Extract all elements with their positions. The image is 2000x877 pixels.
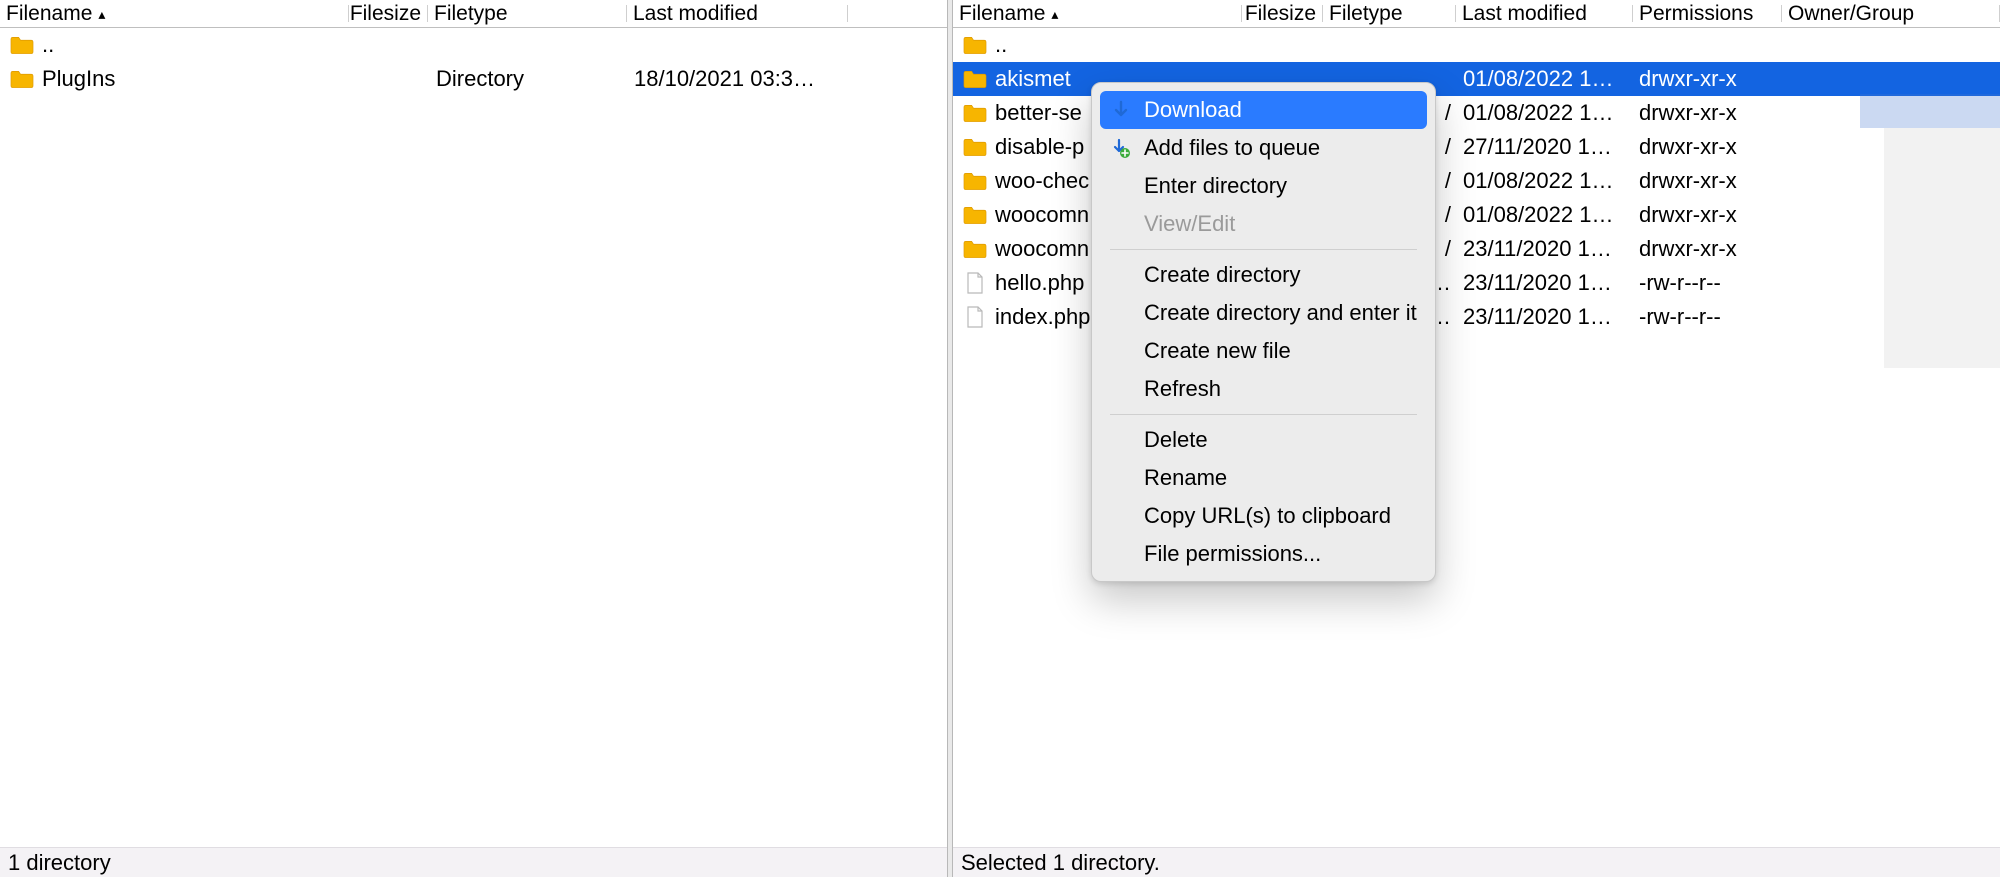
file-name: woocomn <box>995 202 1089 228</box>
folder-icon <box>963 204 987 226</box>
menu-refresh[interactable]: Refresh <box>1092 370 1435 408</box>
file-name: woocomn <box>995 236 1089 262</box>
cell-lastmod: 23/11/2020 1… <box>1457 270 1633 296</box>
col-owner[interactable]: Owner/Group <box>1782 0 1999 27</box>
file-name: better-se <box>995 100 1082 126</box>
cell-filename: .. <box>4 32 352 58</box>
cell-lastmod: 01/08/2022 1… <box>1457 168 1633 194</box>
folder-icon <box>963 238 987 260</box>
folder-icon <box>10 34 34 56</box>
sort-asc-icon: ▴ <box>98 7 105 21</box>
menu-file-permissions[interactable]: File permissions... <box>1092 535 1435 573</box>
col-filetype[interactable]: Filetype <box>1323 0 1455 27</box>
remote-header: Filename ▴ Filesize Filetype Last modifi… <box>953 0 2000 28</box>
menu-separator <box>1110 414 1417 415</box>
cell-filename: PlugIns <box>4 66 352 92</box>
file-name: index.php <box>995 304 1090 330</box>
file-name: .. <box>42 32 54 58</box>
cell-permissions: drwxr-xr-x <box>1633 168 1781 194</box>
folder-icon <box>963 68 987 90</box>
local-header: Filename ▴ Filesize Filetype Last modifi… <box>0 0 947 28</box>
col-permissions[interactable]: Permissions <box>1633 0 1781 27</box>
col-filename-label: Filename <box>959 2 1045 26</box>
status-bar: 1 directory Selected 1 directory. <box>0 847 2000 877</box>
file-name: .. <box>995 32 1007 58</box>
cell-lastmod: 01/08/2022 1… <box>1457 100 1633 126</box>
local-pane: Filename ▴ Filesize Filetype Last modifi… <box>0 0 947 847</box>
col-filesize[interactable]: Filesize <box>349 0 427 27</box>
cell-filename: .. <box>957 32 1245 58</box>
file-icon <box>963 306 987 328</box>
cell-filetype: Directory <box>430 66 628 92</box>
cell-permissions: drwxr-xr-x <box>1633 134 1781 160</box>
folder-icon <box>963 136 987 158</box>
table-row[interactable]: .. <box>0 28 947 62</box>
file-name: woo-chec <box>995 168 1089 194</box>
file-name: akismet <box>995 66 1071 92</box>
cell-lastmod: 18/10/2021 03:3… <box>628 66 848 92</box>
col-filename-label: Filename <box>6 2 92 26</box>
menu-view-edit: View/Edit <box>1092 205 1435 243</box>
menu-create-directory[interactable]: Create directory <box>1092 256 1435 294</box>
menu-separator <box>1110 249 1417 250</box>
cell-permissions: drwxr-xr-x <box>1633 66 1781 92</box>
file-name: PlugIns <box>42 66 115 92</box>
col-filename[interactable]: Filename ▴ <box>0 0 348 27</box>
menu-create-new-file[interactable]: Create new file <box>1092 332 1435 370</box>
cell-lastmod: 23/11/2020 1… <box>1457 236 1633 262</box>
cell-lastmod: 01/08/2022 1… <box>1457 202 1633 228</box>
cell-permissions: -rw-r--r-- <box>1633 304 1781 330</box>
cell-lastmod: 27/11/2020 1… <box>1457 134 1633 160</box>
add-to-queue-icon <box>1110 138 1132 158</box>
table-row[interactable]: .. <box>953 28 2000 62</box>
menu-copy-urls[interactable]: Copy URL(s) to clipboard <box>1092 497 1435 535</box>
folder-icon <box>963 34 987 56</box>
col-filetype[interactable]: Filetype <box>428 0 626 27</box>
col-filename[interactable]: Filename ▴ <box>953 0 1241 27</box>
file-name: disable-p <box>995 134 1084 160</box>
menu-add-to-queue[interactable]: Add files to queue <box>1092 129 1435 167</box>
file-icon <box>963 272 987 294</box>
cell-lastmod: 01/08/2022 1… <box>1457 66 1633 92</box>
file-name: hello.php <box>995 270 1084 296</box>
cell-lastmod: 23/11/2020 1… <box>1457 304 1633 330</box>
remote-status: Selected 1 directory. <box>953 847 2000 877</box>
download-icon <box>1110 100 1132 120</box>
col-lastmod[interactable]: Last modified <box>627 0 847 27</box>
folder-icon <box>10 68 34 90</box>
cell-permissions: drwxr-xr-x <box>1633 100 1781 126</box>
folder-icon <box>963 170 987 192</box>
menu-delete[interactable]: Delete <box>1092 421 1435 459</box>
menu-enter-directory[interactable]: Enter directory <box>1092 167 1435 205</box>
col-filesize[interactable]: Filesize <box>1242 0 1322 27</box>
menu-rename[interactable]: Rename <box>1092 459 1435 497</box>
context-menu: Download Add files to queue Enter direct… <box>1091 82 1436 582</box>
sort-asc-icon: ▴ <box>1051 7 1058 21</box>
folder-icon <box>963 102 987 124</box>
table-row[interactable]: PlugIns Directory18/10/2021 03:3… <box>0 62 947 96</box>
cell-permissions: drwxr-xr-x <box>1633 202 1781 228</box>
local-status: 1 directory <box>0 847 947 877</box>
menu-download[interactable]: Download <box>1100 91 1427 129</box>
menu-create-directory-enter[interactable]: Create directory and enter it <box>1092 294 1435 332</box>
cell-permissions: drwxr-xr-x <box>1633 236 1781 262</box>
col-lastmod[interactable]: Last modified <box>1456 0 1632 27</box>
cell-permissions: -rw-r--r-- <box>1633 270 1781 296</box>
local-file-list[interactable]: .. PlugIns Directory18/10/2021 03:3… <box>0 28 947 847</box>
